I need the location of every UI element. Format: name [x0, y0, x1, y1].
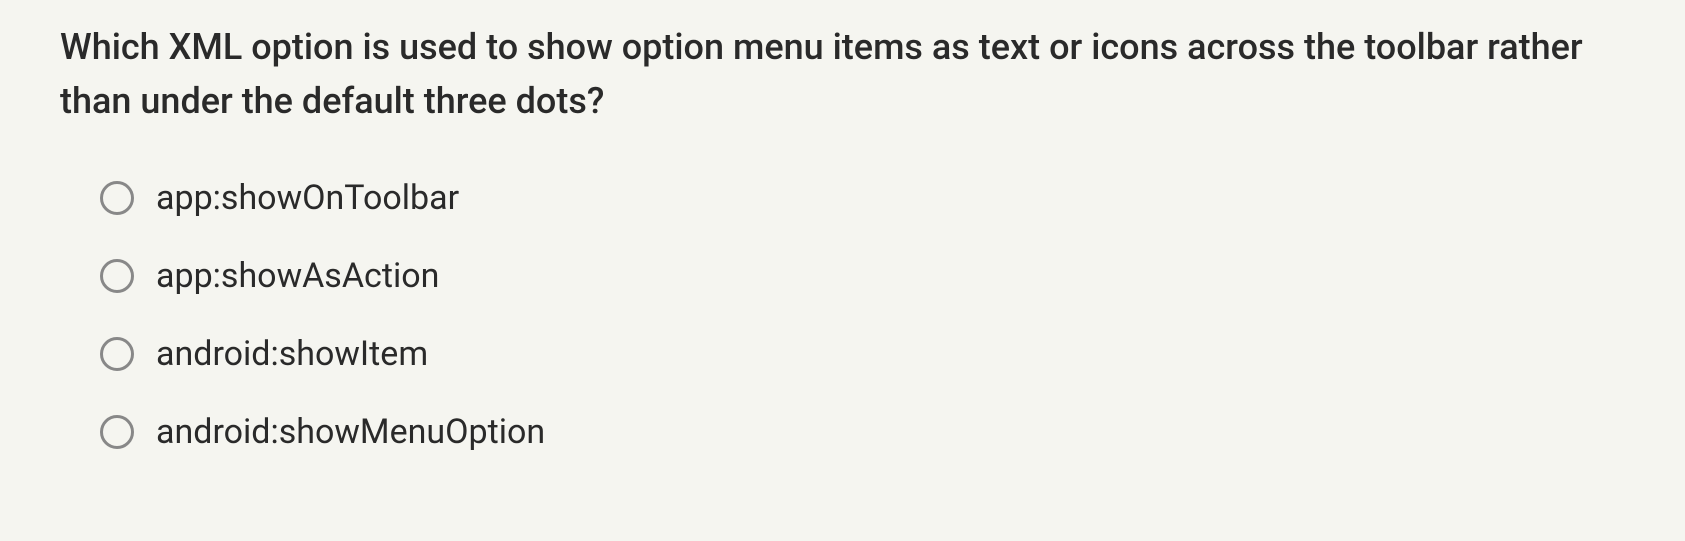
radio-icon-unchecked[interactable]: [100, 259, 134, 293]
radio-icon-unchecked[interactable]: [100, 181, 134, 215]
options-list: app:showOnToolbar app:showAsAction andro…: [60, 178, 1625, 452]
option-row[interactable]: app:showAsAction: [100, 256, 1625, 296]
question-text: Which XML option is used to show option …: [60, 20, 1625, 128]
radio-icon-unchecked[interactable]: [100, 337, 134, 371]
option-row[interactable]: app:showOnToolbar: [100, 178, 1625, 218]
option-row[interactable]: android:showItem: [100, 334, 1625, 374]
option-label: app:showOnToolbar: [156, 178, 459, 218]
option-row[interactable]: android:showMenuOption: [100, 412, 1625, 452]
option-label: android:showItem: [156, 334, 428, 374]
radio-icon-unchecked[interactable]: [100, 415, 134, 449]
option-label: android:showMenuOption: [156, 412, 545, 452]
option-label: app:showAsAction: [156, 256, 439, 296]
